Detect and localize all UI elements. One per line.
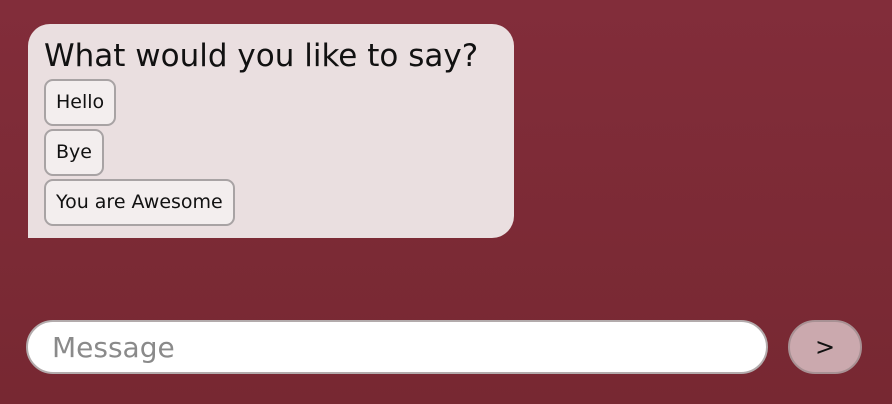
message-input[interactable] (26, 320, 768, 374)
bot-message-prompt: What would you like to say? (44, 38, 479, 74)
quick-reply-options: Hello Bye You are Awesome (44, 79, 496, 226)
quick-reply-hello-button[interactable]: Hello (44, 79, 117, 126)
send-button[interactable]: > (788, 320, 862, 374)
message-composer: > (26, 320, 866, 374)
chat-area: What would you like to say? Hello Bye Yo… (28, 24, 864, 238)
quick-reply-bye-button[interactable]: Bye (44, 129, 104, 176)
bot-message-bubble: What would you like to say? Hello Bye Yo… (28, 24, 514, 238)
quick-reply-awesome-button[interactable]: You are Awesome (44, 179, 235, 226)
